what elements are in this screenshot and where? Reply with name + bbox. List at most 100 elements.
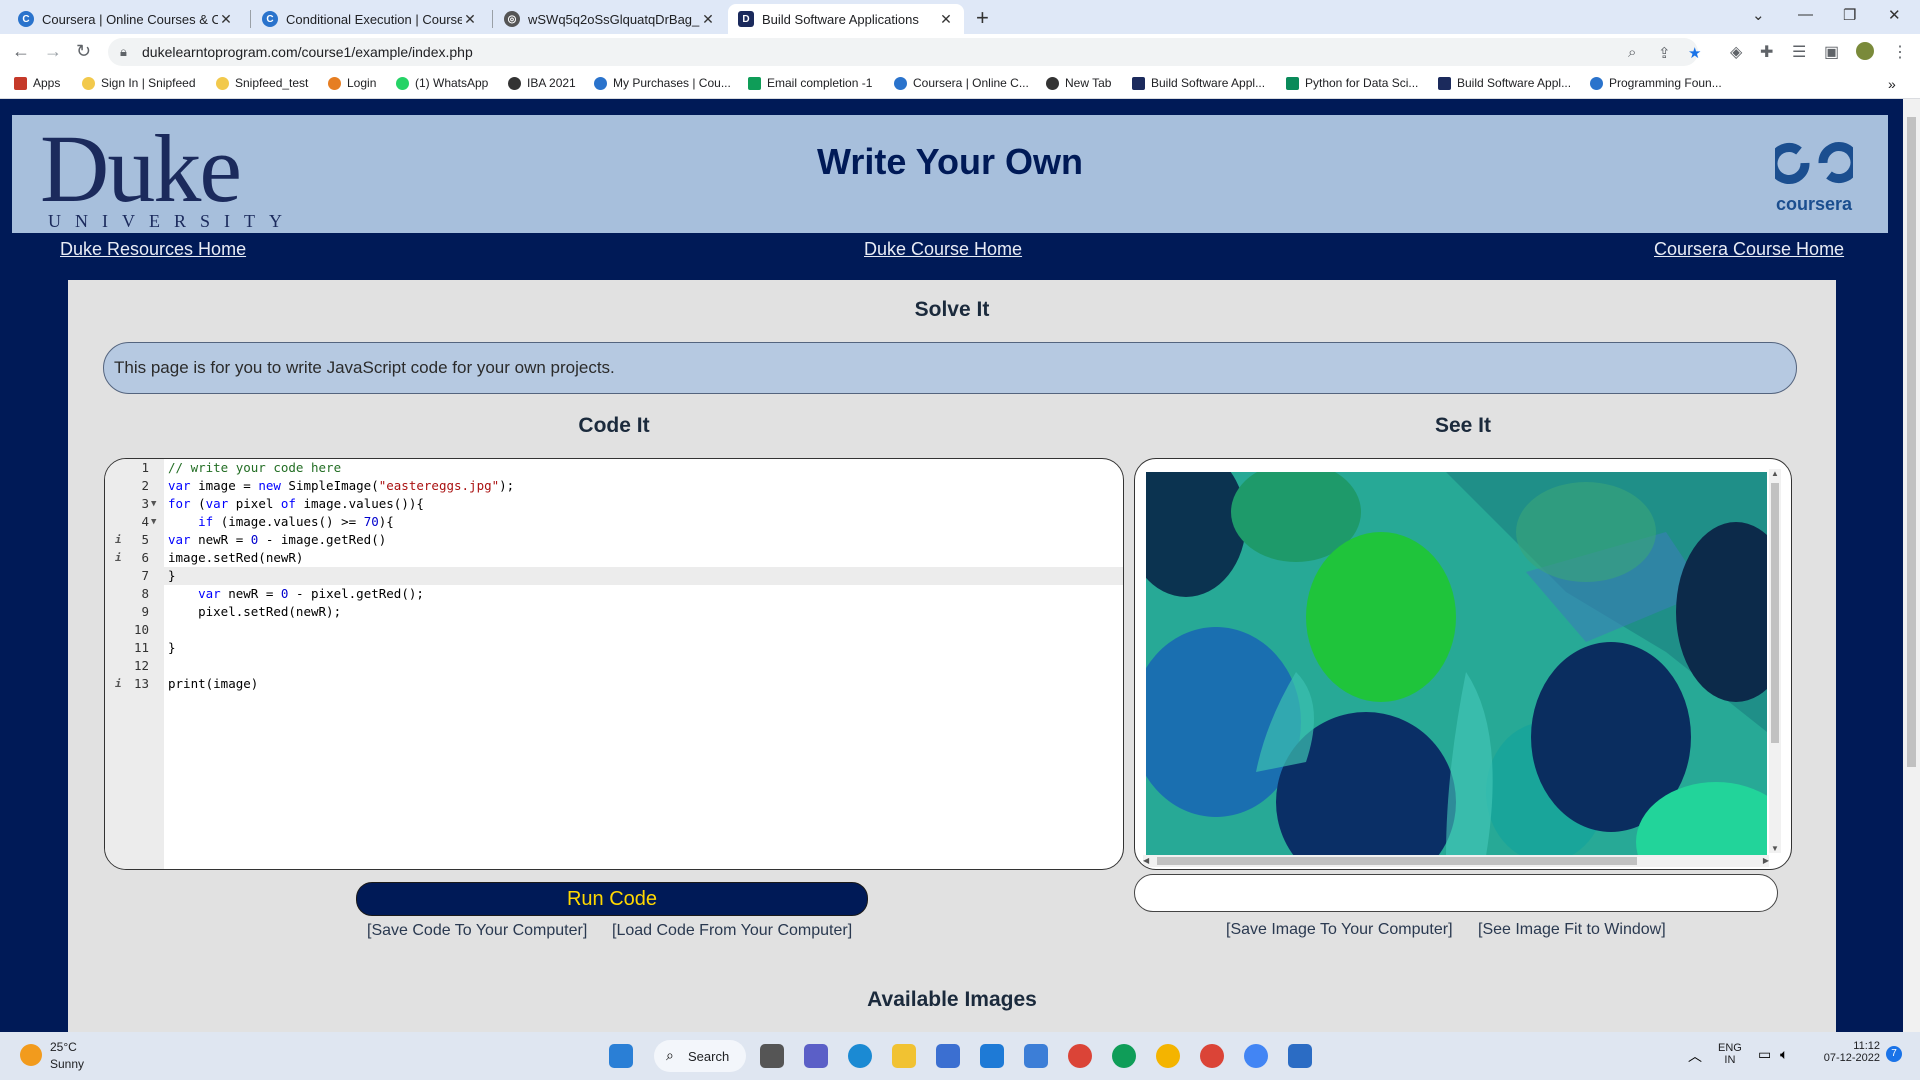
code-line[interactable]: i 5 var newR = 0 - image.getRed() — [105, 531, 1123, 549]
chrome-profile-icon[interactable] — [1112, 1044, 1136, 1068]
task-view-icon[interactable] — [760, 1044, 784, 1068]
tab-conditional-execution[interactable]: C Conditional Execution | Coursera ✕ — [252, 4, 488, 34]
fold-arrow-icon[interactable]: ▼ — [151, 513, 156, 531]
save-code-link[interactable]: [Save Code To Your Computer] — [367, 922, 587, 940]
duke-course-home-link[interactable]: Duke Course Home — [864, 239, 1022, 260]
bookmark-whatsapp[interactable]: (1) WhatsApp — [396, 76, 488, 90]
tab-search-icon[interactable]: ⌄ — [1752, 6, 1765, 24]
chrome-profile-icon[interactable] — [1200, 1044, 1224, 1068]
fit-image-link[interactable]: [See Image Fit to Window] — [1478, 921, 1666, 939]
volume-icon[interactable]: 🔈︎ — [1780, 1046, 1788, 1063]
fold-arrow-icon[interactable]: ▼ — [151, 495, 156, 513]
window-close-icon[interactable]: ✕ — [1888, 6, 1901, 24]
bookmark-email[interactable]: Email completion -1 — [748, 76, 872, 90]
extensions-puzzle-icon[interactable]: ✚ — [1760, 42, 1773, 62]
code-line[interactable]: i 6 image.setRed(newR) — [105, 549, 1123, 567]
side-panel-icon[interactable]: ▣ — [1824, 42, 1839, 62]
vscode-icon[interactable] — [980, 1044, 1004, 1068]
tab-build-software[interactable]: D Build Software Applications ✕ — [728, 4, 964, 34]
save-image-link[interactable]: [Save Image To Your Computer] — [1226, 921, 1453, 939]
address-bar[interactable]: 🔒︎ dukelearntoprogram.com/course1/exampl… — [108, 38, 1701, 66]
menu-icon[interactable]: ⋮ — [1892, 42, 1908, 62]
code-line[interactable]: 3 ▼ for (var pixel of image.values()){ — [105, 495, 1123, 513]
network-icon[interactable]: ▭ — [1758, 1046, 1771, 1063]
code-line[interactable]: 1// write your code here — [105, 459, 1123, 477]
code-line[interactable]: 9 pixel.setRed(newR); — [105, 603, 1123, 621]
zoom-icon[interactable]: ⌕ — [1628, 44, 1636, 61]
bookmark-build-software-1[interactable]: Build Software Appl... — [1132, 76, 1265, 90]
code-line-active[interactable]: 7} — [105, 567, 1123, 585]
scroll-thumb[interactable] — [1771, 483, 1779, 743]
scroll-left-icon[interactable]: ◀ — [1143, 856, 1149, 865]
weather-temp[interactable]: 25°C — [50, 1040, 77, 1054]
code-line[interactable]: i 13 print(image) — [105, 675, 1123, 693]
bookmark-coursera[interactable]: Coursera | Online C... — [894, 76, 1029, 90]
new-tab-icon[interactable]: + — [976, 5, 989, 31]
reload-icon[interactable]: ↻ — [76, 41, 91, 62]
close-icon[interactable]: ✕ — [218, 11, 234, 28]
tab-file[interactable]: ◎ wSWq5q2oSsGlquatqDrBag_bfdi ✕ — [494, 4, 726, 34]
profile-avatar[interactable] — [1856, 42, 1874, 60]
code-line[interactable]: 2 var image = new SimpleImage("eastereggs… — [105, 477, 1123, 495]
share-icon[interactable]: ⇪ — [1658, 44, 1671, 62]
scroll-right-icon[interactable]: ▶ — [1763, 856, 1769, 865]
bookmark-star-icon[interactable]: ★ — [1688, 44, 1701, 62]
scroll-thumb[interactable] — [1157, 857, 1637, 865]
code-line[interactable]: 10 — [105, 621, 1123, 639]
coursera-course-home-link[interactable]: Coursera Course Home — [1654, 239, 1844, 260]
store-icon[interactable] — [936, 1044, 960, 1068]
scroll-up-icon[interactable]: ▲ — [1771, 469, 1779, 478]
bookmark-build-software-2[interactable]: Build Software Appl... — [1438, 76, 1571, 90]
taskbar-search[interactable]: ⌕ Search — [654, 1040, 746, 1072]
chrome-profile-icon[interactable] — [1068, 1044, 1092, 1068]
notification-badge[interactable]: 7 — [1886, 1046, 1902, 1062]
edge-icon[interactable] — [848, 1044, 872, 1068]
language-indicator[interactable]: ENG IN — [1718, 1042, 1742, 1066]
bookmark-snipfeed-signin[interactable]: Sign In | Snipfeed — [82, 76, 196, 90]
bookmark-python[interactable]: Python for Data Sci... — [1286, 76, 1418, 90]
code-line[interactable]: 4 ▼ if (image.values() >= 70){ — [105, 513, 1123, 531]
bookmark-snipfeed-test[interactable]: Snipfeed_test — [216, 76, 308, 90]
chrome-profile-icon[interactable] — [1244, 1044, 1268, 1068]
sun-icon[interactable] — [20, 1044, 42, 1066]
duke-resources-home-link[interactable]: Duke Resources Home — [60, 239, 246, 260]
close-icon[interactable]: ✕ — [700, 11, 716, 28]
code-editor[interactable]: 1// write your code here 2 var image = ne… — [104, 458, 1124, 870]
tray-chevron-icon[interactable]: ︿ — [1688, 1046, 1702, 1066]
bookmark-apps[interactable]: Apps — [14, 76, 60, 90]
page-scroll-thumb[interactable] — [1907, 117, 1916, 767]
run-code-button[interactable]: Run Code — [356, 882, 868, 916]
vertical-scrollbar[interactable]: ▲ ▼ — [1769, 469, 1781, 853]
url-text[interactable]: dukelearntoprogram.com/course1/example/i… — [142, 44, 473, 60]
tab-coursera-home[interactable]: C Coursera | Online Courses & Cre ✕ — [8, 4, 244, 34]
extension-badge-icon[interactable]: ◈ — [1730, 42, 1742, 62]
close-icon[interactable]: ✕ — [462, 11, 478, 28]
image-output-viewer[interactable]: ▲ ▼ ◀ ▶ — [1134, 458, 1792, 870]
file-explorer-icon[interactable] — [892, 1044, 916, 1068]
horizontal-scrollbar[interactable]: ◀ ▶ — [1143, 855, 1769, 867]
bookmark-purchases[interactable]: My Purchases | Cou... — [594, 76, 731, 90]
bookmark-programming[interactable]: Programming Foun... — [1590, 76, 1722, 90]
notepad-icon[interactable] — [1288, 1044, 1312, 1068]
code-line[interactable]: 12 — [105, 657, 1123, 675]
code-line[interactable]: 11} — [105, 639, 1123, 657]
minimize-icon[interactable]: — — [1798, 6, 1813, 23]
clock[interactable]: 11:12 07-12-2022 — [1810, 1040, 1880, 1064]
bookmark-iba[interactable]: IBA 2021 — [508, 76, 576, 90]
bookmark-login[interactable]: Login — [328, 76, 376, 90]
chrome-active-icon[interactable] — [1156, 1044, 1180, 1068]
bookmark-newtab[interactable]: New Tab — [1046, 76, 1111, 90]
close-icon[interactable]: ✕ — [938, 11, 954, 28]
teams-chat-icon[interactable] — [804, 1044, 828, 1068]
mail-icon[interactable] — [1024, 1044, 1048, 1068]
maximize-icon[interactable]: ❐ — [1843, 6, 1856, 24]
load-code-link[interactable]: [Load Code From Your Computer] — [612, 922, 852, 940]
more-bookmarks-icon[interactable]: » — [1888, 76, 1896, 92]
code-line[interactable]: 8 var newR = 0 - pixel.getRed(); — [105, 585, 1123, 603]
back-icon[interactable]: ← — [12, 41, 30, 62]
forward-icon[interactable]: → — [44, 41, 62, 62]
scroll-down-icon[interactable]: ▼ — [1771, 844, 1779, 853]
reading-list-icon[interactable]: ☰ — [1792, 42, 1806, 62]
output-filename-field[interactable] — [1134, 874, 1778, 912]
windows-start-icon[interactable] — [609, 1044, 633, 1068]
